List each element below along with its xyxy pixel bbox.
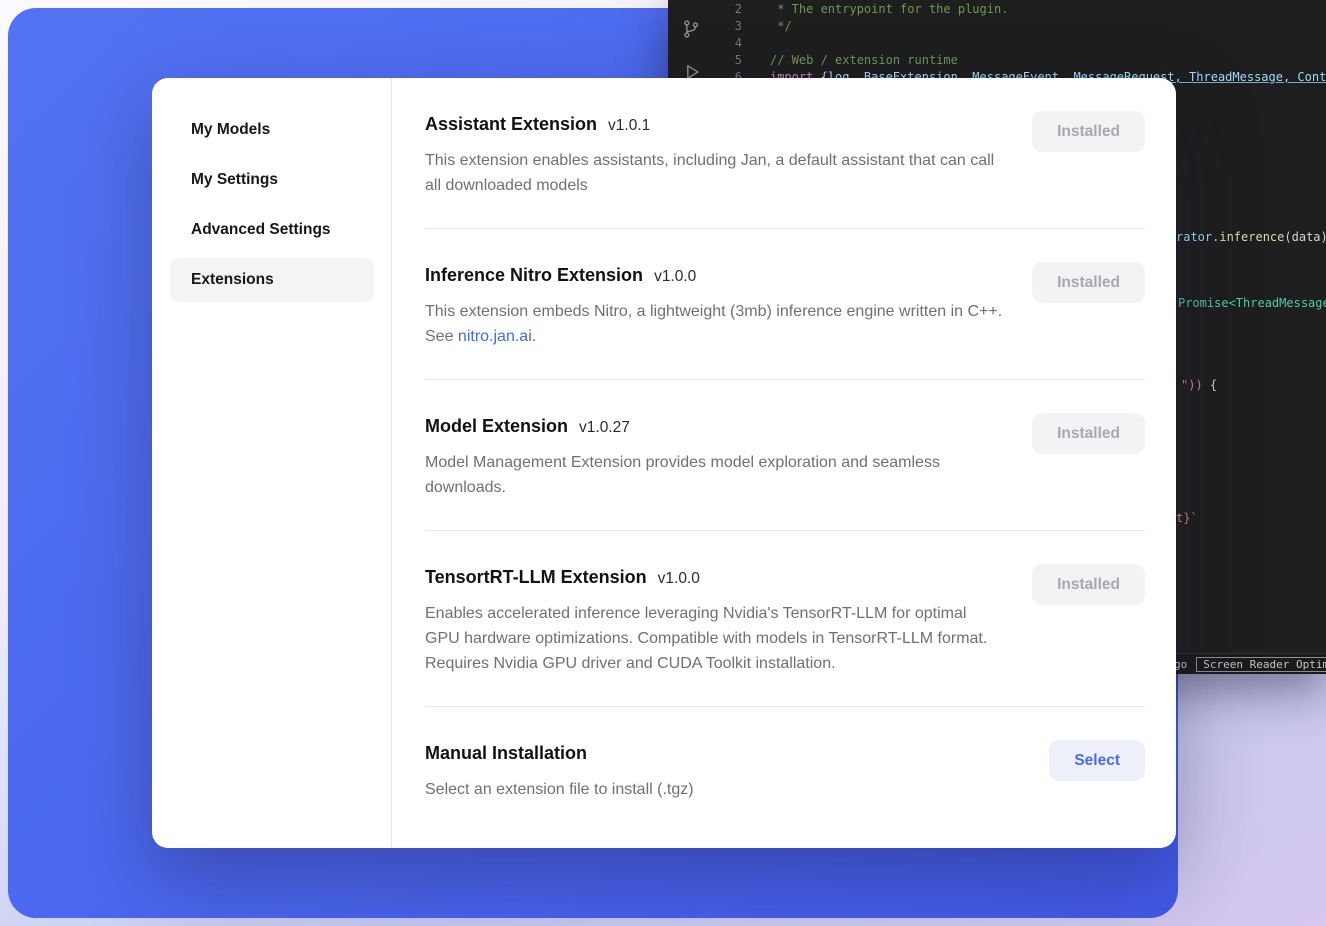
nitro-jan-ai-link[interactable]: nitro.jan.ai.	[458, 328, 536, 345]
extension-version: v1.0.0	[654, 268, 696, 286]
line-number: 2	[668, 1, 742, 18]
code-line: 4	[668, 35, 1326, 52]
installed-button[interactable]: Installed	[1032, 413, 1145, 454]
manual-installation-section: Manual Installation Select an extension …	[425, 707, 1145, 832]
line-number: 4	[668, 35, 742, 52]
extension-item-assistant: Assistant Extension v1.0.1 This extensio…	[425, 78, 1145, 229]
code-token: t}`	[1176, 511, 1198, 525]
extension-title: Assistant Extension	[425, 111, 597, 137]
installed-button[interactable]: Installed	[1032, 111, 1145, 152]
code-line: 5 // Web / extension runtime	[668, 52, 1326, 69]
extension-title: TensortRT-LLM Extension	[425, 564, 647, 590]
settings-sidebar: My Models My Settings Advanced Settings …	[152, 78, 392, 848]
code-token: (data));	[1284, 230, 1326, 244]
sidebar-item-my-settings[interactable]: My Settings	[170, 158, 374, 202]
screen-reader-optimized-badge[interactable]: Screen Reader Optimiz	[1196, 657, 1326, 672]
select-button[interactable]: Select	[1049, 740, 1145, 781]
installed-button[interactable]: Installed	[1032, 564, 1145, 605]
sidebar-item-label: Extensions	[191, 271, 274, 289]
sidebar-item-my-models[interactable]: My Models	[170, 108, 374, 152]
extension-item-tensorrt-llm: TensortRT-LLM Extension v1.0.0 Enables a…	[425, 531, 1145, 707]
code-token: "))	[1181, 378, 1203, 392]
extension-description: This extension enables assistants, inclu…	[425, 148, 1003, 198]
code-comment	[742, 35, 770, 52]
code-token: inference	[1219, 230, 1284, 244]
installed-button[interactable]: Installed	[1032, 262, 1145, 303]
extension-title: Model Extension	[425, 413, 568, 439]
extension-version: v1.0.0	[658, 570, 700, 588]
line-number: 3	[668, 18, 742, 35]
code-line: 3 */	[668, 18, 1326, 35]
extension-item-inference-nitro: Inference Nitro Extension v1.0.0 This ex…	[425, 229, 1145, 380]
sidebar-item-label: Advanced Settings	[191, 221, 331, 239]
extension-item-model: Model Extension v1.0.27 Model Management…	[425, 380, 1145, 531]
code-token: Promise<ThreadMessage>	[1178, 296, 1326, 310]
code-comment: * The entrypoint for the plugin.	[742, 1, 1008, 18]
code-token: {	[1203, 378, 1217, 392]
extension-description: Model Management Extension provides mode…	[425, 450, 1003, 500]
code-lines: 2 * The entrypoint for the plugin. 3 */ …	[668, 1, 1326, 86]
extensions-list: Assistant Extension v1.0.1 This extensio…	[392, 78, 1176, 848]
extension-description: Enables accelerated inference leveraging…	[425, 601, 1003, 676]
code-line: 2 * The entrypoint for the plugin.	[668, 1, 1326, 18]
code-comment: */	[742, 18, 792, 35]
extension-description: This extension embeds Nitro, a lightweig…	[425, 299, 1003, 349]
code-fragment-string-brace: ")) {	[1181, 378, 1217, 393]
settings-modal: My Models My Settings Advanced Settings …	[152, 78, 1176, 848]
code-fragment-promise-type: Promise<ThreadMessage>	[1178, 296, 1326, 311]
extension-version: v1.0.27	[579, 419, 630, 437]
code-fragment-template-end: t}`	[1176, 511, 1198, 526]
manual-installation-description: Select an extension file to install (.tg…	[425, 777, 694, 802]
code-token: rator.	[1176, 230, 1219, 244]
extension-version: v1.0.1	[608, 117, 650, 135]
sidebar-item-extensions[interactable]: Extensions	[170, 258, 374, 302]
line-number: 5	[668, 52, 742, 69]
sidebar-item-label: My Settings	[191, 171, 278, 189]
extension-title: Inference Nitro Extension	[425, 262, 643, 288]
code-comment: // Web / extension runtime	[742, 52, 958, 69]
sidebar-item-label: My Models	[191, 121, 270, 139]
manual-installation-title: Manual Installation	[425, 740, 587, 766]
code-fragment-inference-call: rator.inference(data));	[1176, 230, 1326, 245]
sidebar-item-advanced-settings[interactable]: Advanced Settings	[170, 208, 374, 252]
